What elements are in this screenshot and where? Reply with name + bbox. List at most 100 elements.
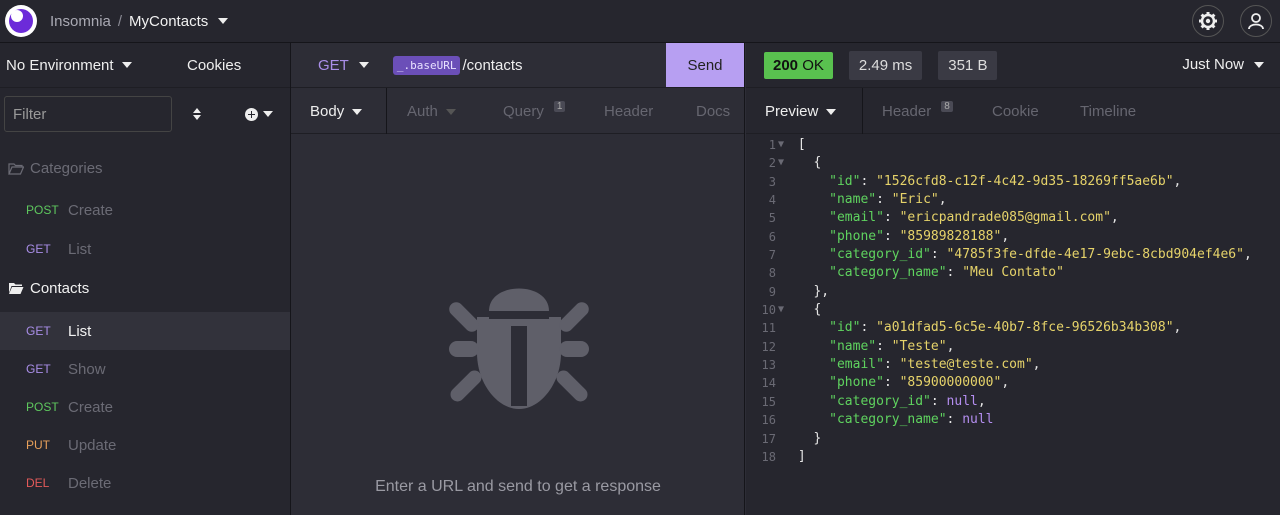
- tab-preview[interactable]: Preview: [765, 103, 837, 120]
- folder-categories[interactable]: Categories: [8, 160, 103, 177]
- breadcrumb-app[interactable]: Insomnia: [50, 13, 111, 30]
- tab-label: Timeline: [1080, 103, 1137, 120]
- request-name: Create: [68, 398, 114, 416]
- tab-cookie[interactable]: Cookie: [992, 103, 1039, 120]
- account-button[interactable]: [1240, 5, 1272, 37]
- status-code: 200: [773, 56, 799, 74]
- code-line: 13 "email": "teste@teste.com",: [761, 357, 1041, 373]
- response-history-select[interactable]: Just Now: [1182, 56, 1264, 73]
- code-line: 9 },: [768, 283, 830, 299]
- request-name: Show: [68, 360, 106, 378]
- tab-label: Header: [604, 103, 654, 120]
- filter-input[interactable]: Filter: [4, 96, 172, 132]
- sidebar-item-contacts-delete[interactable]: DEL Delete: [0, 464, 290, 502]
- plus-circle-icon: [245, 107, 258, 121]
- response-size: 351 B: [938, 50, 998, 80]
- request-name: Update: [68, 436, 117, 454]
- bug-icon: [449, 288, 589, 409]
- tab-body[interactable]: Body: [310, 103, 363, 120]
- tab-label: Query: [503, 103, 544, 120]
- code-line: 3 "id": "1526cfd8-c12f-4c42-9d35-18269ff…: [768, 173, 1182, 189]
- insomnia-logo-icon[interactable]: [5, 5, 37, 37]
- code-line: 16 "category_name": null: [761, 412, 994, 428]
- code-line: 10 ▼ {: [761, 302, 822, 318]
- code-line: 6 "phone": "85989828188",: [768, 228, 1010, 244]
- chevron-down-icon: [445, 108, 456, 115]
- chevron-down-icon: [826, 108, 837, 115]
- code-line: 15 "category_id": null,: [761, 393, 986, 409]
- response-pane: 200 OK 2.49 ms 351 B Just Now Preview He…: [746, 43, 1280, 515]
- tab-docs[interactable]: Docs: [696, 103, 730, 120]
- count-badge: 8: [941, 101, 953, 112]
- sidebar-item-categories-create[interactable]: POST Create: [0, 191, 290, 229]
- chevron-down-icon: [358, 62, 369, 68]
- chevron-down-icon[interactable]: [218, 18, 229, 24]
- tab-auth[interactable]: Auth: [407, 103, 456, 120]
- tab-label: Body: [310, 103, 345, 120]
- tab-label: Cookie: [992, 103, 1039, 120]
- tab-timeline[interactable]: Timeline: [1080, 103, 1136, 120]
- code-line: 14 "phone": "85900000000",: [761, 375, 1010, 391]
- tab-label: Preview: [765, 103, 819, 120]
- method-badge: GET: [26, 242, 51, 256]
- method-badge: PUT: [26, 438, 50, 452]
- breadcrumb-project[interactable]: MyContacts: [129, 13, 208, 30]
- code-line: 1 ▼ [: [768, 137, 806, 152]
- chevron-down-icon: [352, 108, 363, 115]
- environment-select[interactable]: No Environment: [0, 57, 175, 74]
- history-label: Just Now: [1182, 56, 1244, 73]
- request-name: List: [68, 322, 92, 340]
- request-name: Delete: [68, 474, 112, 492]
- status-badge: 200 OK: [764, 51, 833, 79]
- settings-button[interactable]: [1192, 5, 1224, 37]
- response-body-viewer[interactable]: 1 ▼ [ 2 ▼ { 3 "id": "1526cfd8-c12f-4c42-9d35…: [746, 136, 1280, 466]
- method-badge: GET: [26, 362, 51, 376]
- tab-label: Header: [882, 103, 932, 120]
- add-request-button[interactable]: [245, 107, 273, 121]
- sidebar-item-contacts-list[interactable]: GET List: [0, 312, 290, 350]
- code-line: 18 ]: [761, 448, 806, 464]
- top-bar: Insomnia / MyContacts: [0, 0, 1280, 43]
- cookies-button[interactable]: Cookies: [187, 57, 241, 74]
- code-line: 5 "email": "ericpandrade085@gmail.com",: [768, 210, 1119, 226]
- count-badge: 1: [553, 101, 566, 112]
- folder-open-icon: [8, 163, 24, 175]
- chevron-down-icon: [1254, 61, 1264, 68]
- sidebar-item-contacts-update[interactable]: PUT Update: [0, 426, 290, 464]
- code-line: 8 "category_name": "Meu Contato": [768, 265, 1064, 281]
- breadcrumb-separator: /: [117, 12, 123, 30]
- code-line: 7 "category_id": "4785f3fe-dfde-4e17-9eb…: [768, 247, 1252, 263]
- status-text: OK: [802, 56, 824, 74]
- sort-icon[interactable]: [193, 108, 201, 120]
- method-badge: DEL: [26, 476, 50, 490]
- method-select[interactable]: GET: [291, 57, 369, 74]
- request-name: List: [68, 240, 92, 258]
- folder-open-icon: [9, 283, 24, 294]
- method-badge: GET: [26, 324, 51, 338]
- request-name: Create: [68, 201, 114, 219]
- sidebar-item-categories-list[interactable]: GET List: [0, 230, 290, 268]
- sidebar-item-contacts-create[interactable]: POST Create: [0, 388, 290, 426]
- chevron-down-icon: [263, 111, 273, 117]
- folder-contacts[interactable]: Contacts: [8, 280, 89, 297]
- empty-response-message: Enter a URL and send to get a response: [375, 478, 661, 495]
- url-input[interactable]: /contacts: [462, 57, 522, 74]
- code-line: 4 "name": "Eric",: [768, 192, 947, 208]
- url-variable-chip[interactable]: _.baseURL: [392, 55, 461, 75]
- gear-icon: [1199, 12, 1217, 30]
- chevron-down-icon: [121, 62, 132, 68]
- code-line: 11 "id": "a01dfad5-6c5e-40b7-8fce-96526b…: [761, 320, 1182, 336]
- method-badge: POST: [26, 203, 59, 217]
- tab-query[interactable]: Query 1: [503, 101, 566, 120]
- sidebar: No Environment Cookies Filter Categories…: [0, 43, 291, 515]
- send-button[interactable]: Send: [666, 43, 744, 87]
- code-line: 17 }: [761, 430, 822, 446]
- request-pane: GET _.baseURL /contacts Send Body Auth Q…: [291, 43, 745, 515]
- tab-header[interactable]: Header: [604, 103, 653, 120]
- sidebar-item-contacts-show[interactable]: GET Show: [0, 350, 290, 388]
- tab-label: Auth: [407, 103, 438, 120]
- user-icon: [1248, 13, 1264, 30]
- tab-response-header[interactable]: Header 8: [882, 101, 953, 120]
- code-line: 2 ▼ {: [768, 155, 822, 171]
- method-label: GET: [318, 56, 349, 74]
